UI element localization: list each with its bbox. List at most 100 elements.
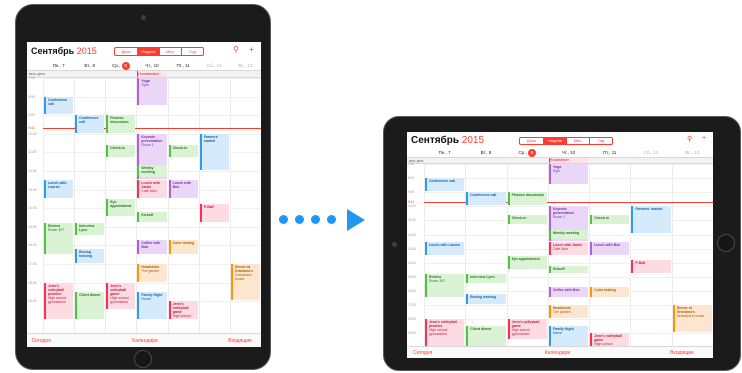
calendar-event[interactable]: Jenn's volleyball practice High school gy… [44, 282, 74, 319]
view-tab-3[interactable]: Год [181, 48, 203, 55]
calendar-event[interactable]: Conference call [466, 192, 506, 206]
day-header-6[interactable]: Вс., 13 [672, 148, 713, 157]
calendar-event[interactable]: Lunch with Lauren [44, 180, 74, 198]
calendar-event[interactable]: Eye appointment [507, 255, 547, 269]
event-location: Room 307 [429, 278, 446, 283]
calendar-event[interactable]: Boxing training [466, 293, 506, 304]
day-header-0[interactable]: Пн., 7 [424, 148, 465, 157]
calendar-event[interactable]: Jenn's volleyball gameHigh school gymnas… [507, 319, 547, 340]
search-icon[interactable]: ⚲ [687, 135, 692, 143]
calendar-event[interactable]: Interview Lynn [466, 273, 506, 283]
home-button[interactable] [717, 234, 735, 252]
day-header-3[interactable]: Чт., 10 [136, 60, 167, 70]
calendar-event[interactable]: Lunch with Lauren [425, 241, 465, 255]
calendar-event[interactable]: Dinner at Grandma's Grandma's house [672, 305, 712, 333]
hour-label: 13:00 [28, 187, 37, 192]
calendar-event[interactable]: Boxing training [75, 249, 105, 263]
hour-label: 10:00 [28, 131, 37, 136]
day-number: 13 [247, 63, 253, 68]
calendar-event[interactable]: Headshots The garden [548, 305, 589, 319]
calendar-event[interactable]: Jenn's volleyball gameHigh school gymnas… [106, 282, 136, 310]
calendar-event[interactable]: Interview Lynn [75, 223, 105, 236]
calendar-event[interactable]: Coffee with Bob [137, 239, 167, 254]
day-header-4[interactable]: Пт., 11 [168, 60, 199, 70]
week-grid[interactable]: 7:00 8:00 9:00 10:00 11:00 12:00 13:00 14:00 15:… [27, 76, 261, 333]
calendar-event[interactable]: Farmers' market [199, 133, 229, 170]
day-header-2[interactable]: Ср., 9 [507, 148, 548, 157]
calendar-event[interactable]: Client dinner [466, 326, 506, 346]
hour-label: 15:00 [28, 224, 37, 229]
hour-label: 10:00 [408, 204, 416, 209]
calendar-event[interactable]: Weekly meeting [137, 165, 167, 178]
event-location: High school gymnasium [429, 328, 448, 337]
calendar-event[interactable]: Yoga Gym [548, 164, 589, 185]
tab-1[interactable]: Календари [545, 350, 570, 356]
tab-1[interactable]: Календари [132, 338, 157, 344]
calendar-event[interactable]: Client dinner [75, 291, 105, 319]
add-event-icon[interactable]: + [702, 135, 706, 142]
tab-2[interactable]: Входящие [228, 338, 252, 344]
calendar-event[interactable]: Conference call [425, 178, 465, 192]
calendar-event[interactable]: Lunch with Ben [168, 180, 198, 198]
calendar-event[interactable]: P-Ball [631, 259, 671, 273]
allday-event[interactable]: Housekeeper [548, 158, 589, 163]
calendar-event[interactable]: Check-in [590, 214, 630, 224]
calendar-event[interactable]: Eye appointment [106, 198, 136, 217]
tab-2[interactable]: Входящие [670, 350, 694, 356]
view-tab-0[interactable]: День [115, 48, 137, 55]
calendar-event[interactable]: Farmers' market [631, 206, 671, 234]
calendar-event[interactable]: Jenn's volleyball practice High school gy… [425, 319, 465, 346]
calendar-event[interactable]: Check-in [106, 144, 136, 157]
day-header-6[interactable]: Вс., 13 [230, 60, 261, 70]
home-button[interactable] [134, 350, 152, 368]
week-grid[interactable]: 7:00 8:00 9:00 10:00 11:00 12:00 13:00 14:00 15:… [407, 162, 713, 346]
calendar-event[interactable]: Family Night Home [548, 326, 589, 346]
search-icon[interactable]: ⚲ [233, 45, 239, 54]
tab-0[interactable]: Сегодня [32, 338, 51, 344]
calendar-event[interactable]: Review Room 307 [425, 273, 465, 297]
calendar-event[interactable]: Jenn's volleyball gameHigh school gymnas… [168, 301, 198, 319]
view-tab-3[interactable]: Год [589, 138, 612, 144]
day-header-1[interactable]: Вт., 8 [74, 60, 105, 70]
day-header-3[interactable]: Чт., 10 [548, 148, 589, 157]
calendar-event[interactable]: Review Room 307 [44, 223, 74, 254]
day-header-2[interactable]: Ср., 9 [105, 60, 136, 70]
calendar-event[interactable]: Family Night Home [137, 291, 167, 319]
day-name: Чт [145, 63, 150, 68]
calendar-event[interactable]: P-Ball [199, 204, 229, 223]
view-tab-0[interactable]: День [520, 138, 543, 144]
calendar-event[interactable]: Lunch with Jamie Café Mon [137, 180, 167, 198]
calendar-event[interactable]: Check-in [168, 144, 198, 157]
calendar-event[interactable]: Headshots The garden [137, 264, 167, 282]
view-tab-1[interactable]: Неделя [137, 48, 159, 55]
calendar-event[interactable]: Lunch with Jamie Café Mon [548, 241, 589, 255]
tab-0[interactable]: Сегодня [413, 350, 432, 356]
day-header-0[interactable]: Пн., 7 [43, 60, 74, 70]
calendar-event[interactable]: Conference call [44, 96, 74, 115]
day-header-5[interactable]: Сб., 12 [630, 148, 671, 157]
calendar-event[interactable]: Lunch with Ben [590, 241, 630, 255]
day-header-1[interactable]: Вт., 8 [465, 148, 506, 157]
day-header-4[interactable]: Пт., 11 [589, 148, 630, 157]
view-tab-1[interactable]: Неделя [543, 138, 566, 144]
view-tab-2[interactable]: Мес. [159, 48, 181, 55]
add-event-icon[interactable]: + [249, 45, 254, 54]
calendar-event[interactable]: Kickoff [548, 265, 589, 273]
calendar-event[interactable]: Color testing [168, 239, 198, 254]
calendar-event[interactable]: Jenn's volleyball gameHigh school gymnas… [590, 333, 630, 346]
allday-event[interactable]: Housekeeper [137, 71, 167, 77]
calendar-event[interactable]: Yoga Gym [137, 78, 167, 105]
day-header-5[interactable]: Сб., 12 [199, 60, 230, 70]
hour-label: 16:00 [408, 288, 416, 293]
calendar-event[interactable]: Weekly meeting [548, 230, 589, 240]
calendar-event[interactable]: Color testing [590, 286, 630, 297]
calendar-event[interactable]: Check-in [507, 214, 547, 224]
calendar-event[interactable]: Dinner at Grandma's Grandma's house [230, 264, 260, 301]
calendar-event[interactable]: Conference call [75, 115, 105, 133]
calendar-event[interactable]: Kickoff [137, 211, 167, 223]
view-tab-2[interactable]: Мес. [566, 138, 589, 144]
calendar-event[interactable]: Finance discussion [106, 115, 136, 133]
calendar-event[interactable]: Finance discussion [507, 192, 547, 206]
calendar-event[interactable]: Coffee with Bob [548, 286, 589, 297]
event-title: Color testing [172, 240, 195, 245]
